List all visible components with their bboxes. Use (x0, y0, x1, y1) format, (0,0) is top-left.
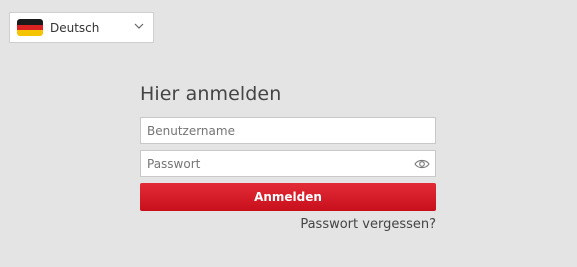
language-select[interactable]: Deutsch (9, 12, 154, 43)
germany-flag-icon (17, 19, 43, 36)
password-field[interactable] (140, 150, 436, 177)
language-select-label: Deutsch (50, 20, 100, 35)
chevron-down-icon (134, 23, 144, 29)
password-input[interactable] (141, 151, 435, 176)
eye-icon[interactable] (414, 157, 430, 171)
page-title: Hier anmelden (140, 83, 282, 105)
login-button[interactable]: Anmelden (140, 183, 436, 211)
login-form: Hier anmelden Anmelden Passwort vergesse… (140, 80, 436, 232)
forgot-password-link[interactable]: Passwort vergessen? (300, 217, 436, 232)
username-field[interactable] (140, 117, 436, 144)
username-input[interactable] (141, 118, 435, 143)
